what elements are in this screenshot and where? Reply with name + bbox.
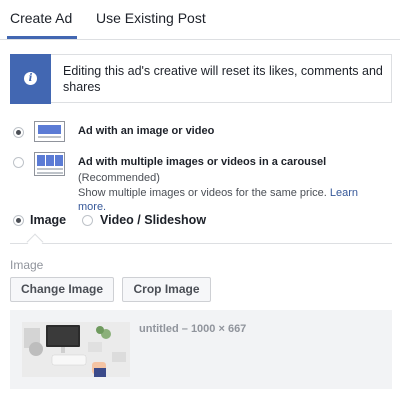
tab-bar: Create Ad Use Existing Post bbox=[0, 0, 400, 40]
crop-image-button[interactable]: Crop Image bbox=[122, 277, 211, 302]
selection-caret bbox=[26, 233, 44, 251]
image-media-label[interactable]: Image bbox=[30, 213, 66, 227]
image-thumbnail[interactable] bbox=[22, 322, 130, 377]
carousel-format-icon bbox=[34, 152, 65, 176]
carousel-description-text: Show multiple images or videos for the s… bbox=[78, 187, 327, 199]
image-media-radio[interactable] bbox=[13, 215, 24, 226]
carousel-description: Show multiple images or videos for the s… bbox=[78, 186, 388, 214]
video-slideshow-label[interactable]: Video / Slideshow bbox=[100, 213, 206, 227]
single-image-format-title[interactable]: Ad with an image or video bbox=[78, 125, 214, 137]
image-file-label: untitled – 1000 × 667 bbox=[139, 323, 247, 335]
single-image-format-radio[interactable] bbox=[13, 127, 24, 138]
notice-text: Editing this ad's creative will reset it… bbox=[63, 64, 383, 94]
selected-image-row: untitled – 1000 × 667 bbox=[10, 310, 392, 389]
section-divider bbox=[10, 243, 392, 244]
tab-create-ad[interactable]: Create Ad bbox=[10, 10, 72, 26]
image-section-label: Image bbox=[10, 258, 44, 272]
carousel-format-title[interactable]: Ad with multiple images or videos in a c… bbox=[78, 156, 326, 168]
change-image-button[interactable]: Change Image bbox=[10, 277, 114, 302]
carousel-recommended-label: (Recommended) bbox=[78, 172, 160, 184]
carousel-format-radio[interactable] bbox=[13, 157, 24, 168]
active-tab-indicator bbox=[7, 36, 77, 39]
tab-use-existing-post[interactable]: Use Existing Post bbox=[96, 10, 206, 26]
info-icon: i bbox=[24, 72, 37, 85]
notice-accent-bar: i bbox=[10, 54, 51, 104]
video-slideshow-radio[interactable] bbox=[82, 215, 93, 226]
single-image-format-icon bbox=[34, 121, 65, 142]
reset-warning-notice: i Editing this ad's creative will reset … bbox=[10, 54, 392, 104]
